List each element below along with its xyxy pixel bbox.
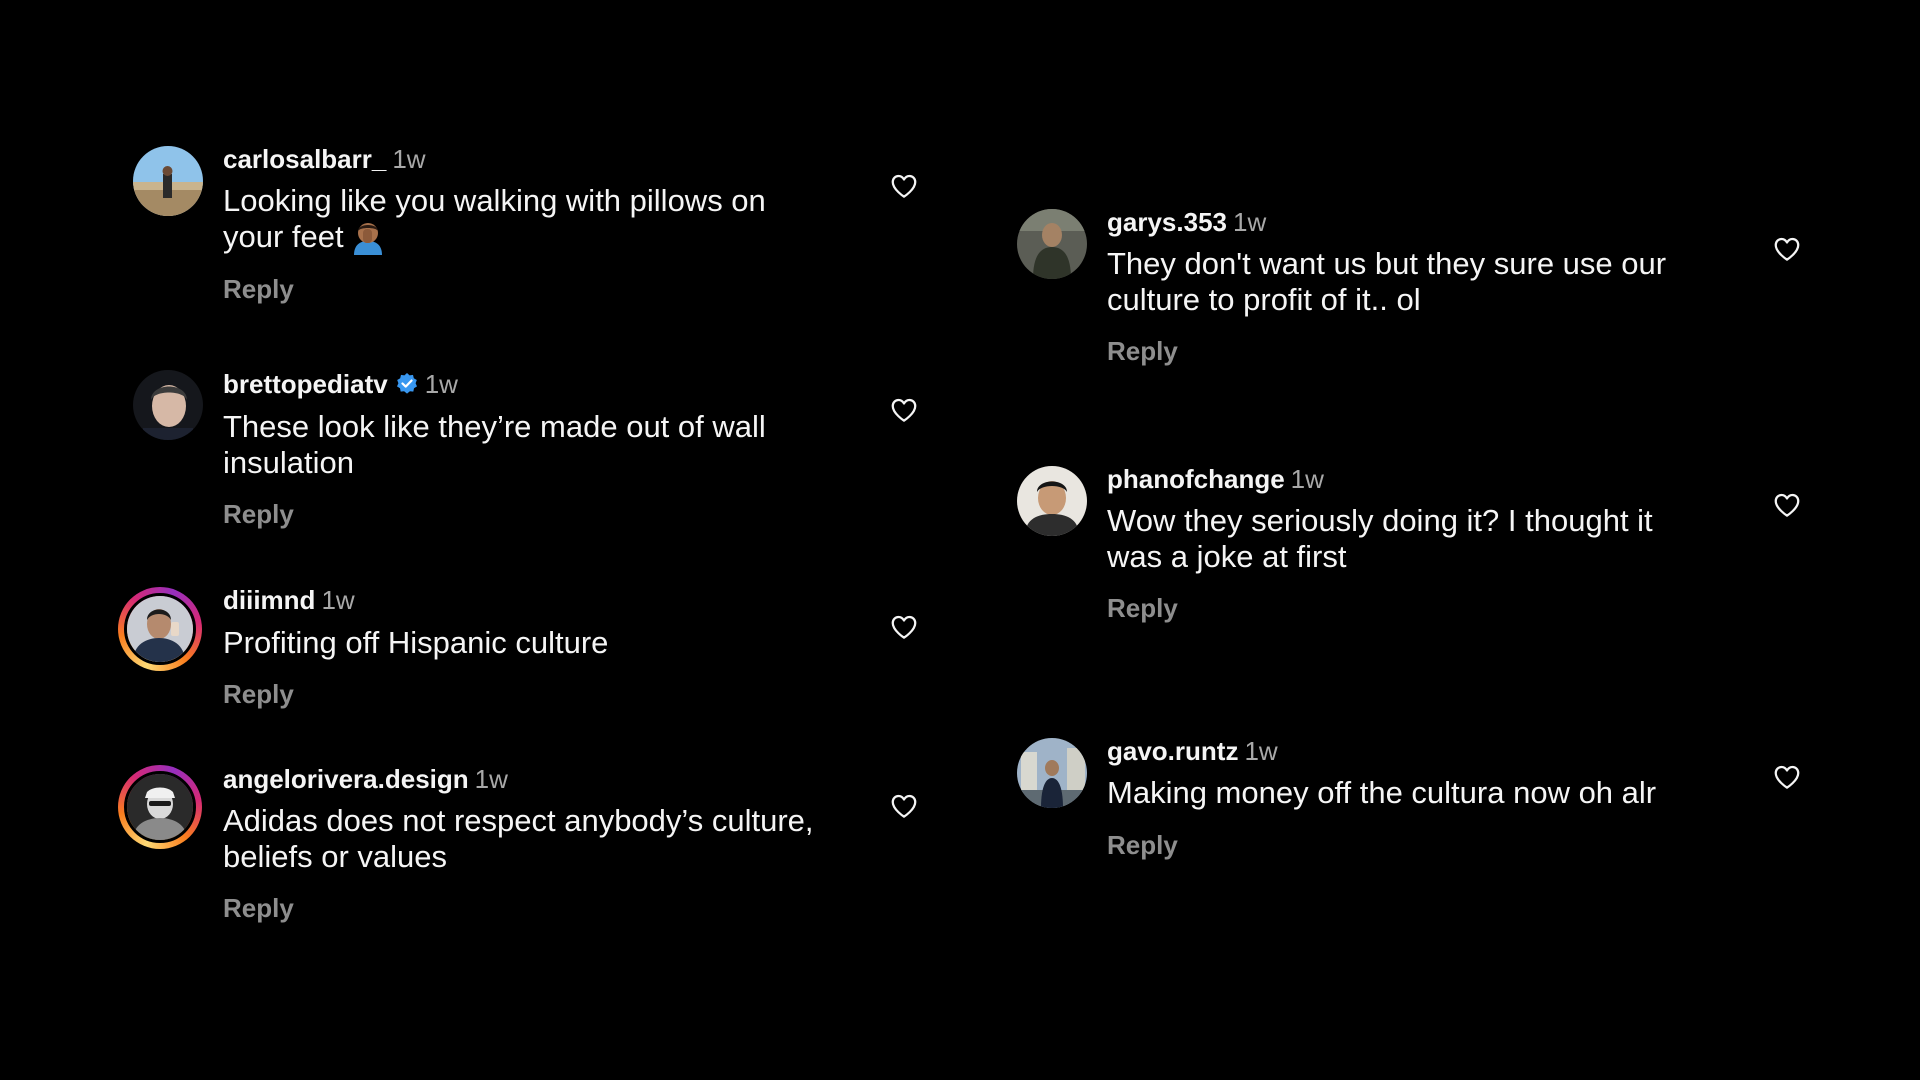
reply-button[interactable]: Reply [1107, 592, 1178, 624]
comment-text: Looking like you walking with pillows on… [223, 183, 823, 263]
comment-text: Profiting off Hispanic culture [223, 625, 609, 660]
reply-button[interactable]: Reply [1107, 829, 1178, 861]
comment-timestamp: 1w [1232, 207, 1267, 237]
avatar[interactable] [1017, 209, 1087, 279]
avatar-story-ring[interactable] [118, 587, 202, 671]
reply-button[interactable]: Reply [223, 498, 294, 530]
comment-timestamp: 1w [474, 764, 508, 794]
avatar[interactable] [1017, 738, 1087, 808]
verified-badge-icon [395, 372, 419, 408]
comment-username[interactable]: gavo.runtz [1107, 736, 1238, 766]
reply-button[interactable]: Reply [223, 273, 294, 305]
reply-button[interactable]: Reply [223, 892, 294, 924]
person-facepalming-emoji [350, 219, 386, 263]
comment-username[interactable]: carlosalbarr_ [223, 144, 386, 174]
comment-text: They don't want us but they sure use our… [1107, 246, 1667, 317]
comment-timestamp: 1w [424, 369, 458, 399]
avatar[interactable] [1017, 466, 1087, 536]
heart-outline-icon[interactable] [1772, 490, 1802, 520]
avatar[interactable] [133, 370, 203, 440]
comment-text: Adidas does not respect anybody’s cultur… [223, 803, 814, 874]
comment-timestamp: 1w [392, 144, 426, 174]
comment-username[interactable]: brettopediatv [223, 369, 388, 399]
comment-username[interactable]: garys.353 [1107, 207, 1227, 237]
comment-timestamp: 1w [321, 585, 355, 615]
avatar-story-ring[interactable] [118, 765, 202, 849]
heart-outline-icon[interactable] [1772, 762, 1802, 792]
comment-text: Making money off the cultura now oh alr [1107, 775, 1657, 810]
reply-button[interactable]: Reply [223, 678, 294, 710]
comment-username[interactable]: phanofchange [1107, 464, 1285, 494]
heart-outline-icon[interactable] [1772, 234, 1802, 264]
reply-button[interactable]: Reply [1107, 335, 1178, 367]
comment-text: Wow they seriously doing it? I thought i… [1107, 503, 1653, 574]
heart-outline-icon[interactable] [889, 395, 919, 425]
comment-username[interactable]: diiimnd [223, 585, 315, 615]
avatar[interactable] [133, 146, 203, 216]
comment-text: These look like they’re made out of wall… [223, 409, 766, 480]
comment-username[interactable]: angelorivera.design [223, 764, 469, 794]
heart-outline-icon[interactable] [889, 612, 919, 642]
comment-timestamp: 1w [1290, 464, 1324, 494]
heart-outline-icon[interactable] [889, 791, 919, 821]
heart-outline-icon[interactable] [889, 171, 919, 201]
comment-timestamp: 1w [1244, 736, 1278, 766]
